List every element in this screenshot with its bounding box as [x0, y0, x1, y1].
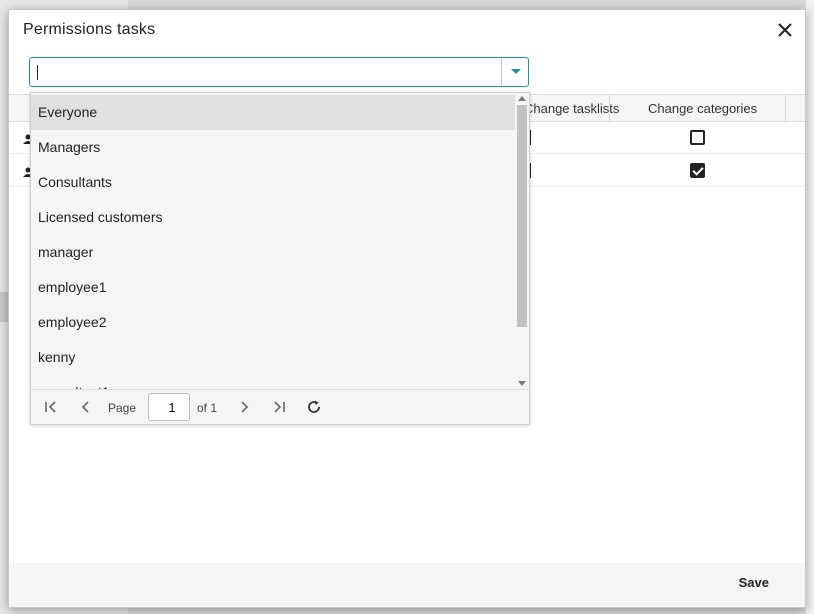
close-icon[interactable] — [777, 22, 793, 38]
list-item[interactable]: kenny — [31, 340, 515, 375]
column-header-change-tasklists: Change tasklists — [524, 101, 620, 116]
dropdown-pager: Page of 1 — [31, 389, 529, 424]
last-page-icon[interactable] — [271, 399, 287, 415]
scrollbar-thumb[interactable] — [517, 105, 527, 327]
page-label: Page — [108, 401, 137, 415]
dropdown-items: Everyone Managers Consultants Licensed c… — [31, 95, 515, 389]
page-count-label: of 1 — [197, 401, 218, 415]
scroll-down-icon[interactable] — [518, 381, 526, 386]
first-page-icon[interactable] — [43, 399, 59, 415]
dialog-title: Permissions tasks — [23, 21, 156, 38]
group-search-input[interactable] — [36, 64, 496, 82]
previous-page-icon[interactable] — [78, 399, 94, 415]
chevron-down-icon — [511, 69, 521, 74]
list-item[interactable]: Managers — [31, 130, 515, 165]
list-item[interactable]: Consultants — [31, 165, 515, 200]
column-separator — [785, 95, 786, 123]
group-dropdown-list: Everyone Managers Consultants Licensed c… — [30, 92, 530, 425]
list-item[interactable]: manager — [31, 235, 515, 270]
next-page-icon[interactable] — [236, 399, 252, 415]
refresh-icon[interactable] — [306, 399, 322, 415]
list-item[interactable]: consultant1 — [31, 375, 515, 389]
permissions-dialog: Permissions tasks Change tasklists Chang… — [8, 9, 806, 608]
list-item[interactable]: Licensed customers — [31, 200, 515, 235]
list-item[interactable]: Everyone — [31, 95, 515, 130]
background-right-strip — [806, 0, 814, 614]
dropdown-scrollbar[interactable] — [515, 93, 529, 389]
column-separator — [609, 95, 610, 123]
scroll-up-icon[interactable] — [518, 96, 526, 101]
change-categories-checkbox[interactable] — [690, 130, 705, 145]
save-button[interactable]: Save — [739, 575, 769, 590]
list-item[interactable]: employee1 — [31, 270, 515, 305]
column-header-change-categories: Change categories — [648, 101, 758, 116]
change-categories-checkbox[interactable] — [690, 163, 705, 178]
combo-dropdown-trigger[interactable] — [501, 58, 528, 86]
text-caret — [37, 65, 38, 80]
page-number-input[interactable] — [148, 393, 190, 421]
group-combo-box[interactable] — [29, 57, 529, 87]
dialog-footer: Save — [9, 563, 805, 607]
list-item[interactable]: employee2 — [31, 305, 515, 340]
